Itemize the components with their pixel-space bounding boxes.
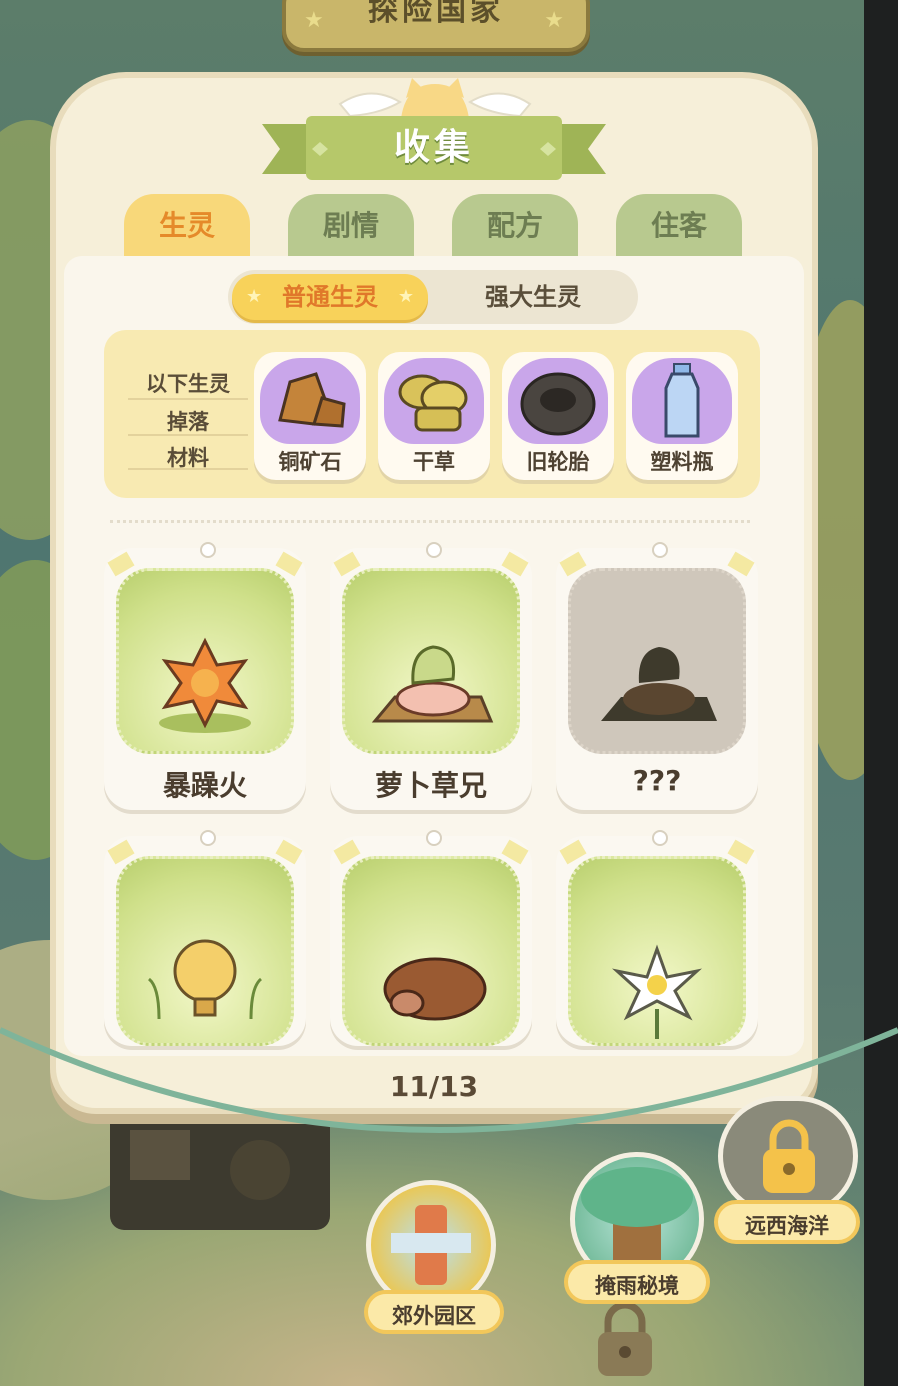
panel-title: 收集: [393, 127, 474, 168]
country-title: 探险国家: [368, 0, 504, 28]
star-icon: ★: [246, 286, 263, 307]
tab-creatures[interactable]: 生灵: [124, 194, 250, 258]
location-label-suburban-park[interactable]: 郊外园区: [364, 1290, 504, 1334]
park-gate-icon: [391, 1205, 471, 1285]
tab-residents[interactable]: 住客: [616, 194, 742, 258]
segment-strong-creatures[interactable]: 强大生灵: [434, 274, 632, 320]
country-title-plate: ★ 探险国家 ★: [282, 0, 590, 52]
creature-card-locked[interactable]: ???: [556, 542, 758, 810]
lock-icon: [763, 1119, 815, 1193]
materials-label-line-2: 掉落: [167, 410, 209, 434]
tab-story[interactable]: 剧情: [288, 194, 414, 258]
location-label-rain-realm[interactable]: 掩雨秘境: [564, 1260, 710, 1304]
material-old-tire[interactable]: 旧轮胎: [502, 352, 614, 480]
tire-icon: [520, 372, 596, 436]
materials-label-line-1: 以下生灵: [146, 372, 230, 396]
location-label-far-west-ocean[interactable]: 远西海洋: [714, 1200, 860, 1244]
material-copper-ore[interactable]: 铜矿石: [254, 352, 366, 480]
location-far-west-ocean[interactable]: [718, 1096, 858, 1216]
star-icon: ★: [304, 8, 328, 33]
tab-recipes[interactable]: 配方: [452, 194, 578, 258]
hay-icon: [398, 374, 468, 432]
bottle-icon: [664, 363, 700, 438]
bottom-lock-icon: [598, 1301, 652, 1376]
divider: [110, 520, 750, 523]
drop-materials-strip: 以下生灵 掉落 材料 铜矿石 干草 旧轮胎 塑料瓶: [104, 330, 760, 498]
star-icon: ★: [544, 8, 568, 33]
creature-card[interactable]: 萝卜草兄: [330, 542, 532, 810]
material-plastic-bottle[interactable]: 塑料瓶: [626, 352, 738, 480]
radish-silhouette-icon: [601, 647, 717, 721]
copper-ore-icon: [278, 372, 346, 428]
panel-title-ribbon: 收集: [262, 116, 606, 180]
star-icon: ★: [397, 286, 414, 307]
material-hay[interactable]: 干草: [378, 352, 490, 480]
creature-type-toggle: ★ 普通生灵 ★ 强大生灵: [228, 270, 638, 324]
segment-normal-creatures[interactable]: ★ 普通生灵 ★: [232, 274, 428, 320]
radish-grass-icon: [371, 645, 494, 723]
creature-card[interactable]: 暴躁火: [104, 542, 306, 810]
fire-star-icon: [159, 637, 251, 733]
